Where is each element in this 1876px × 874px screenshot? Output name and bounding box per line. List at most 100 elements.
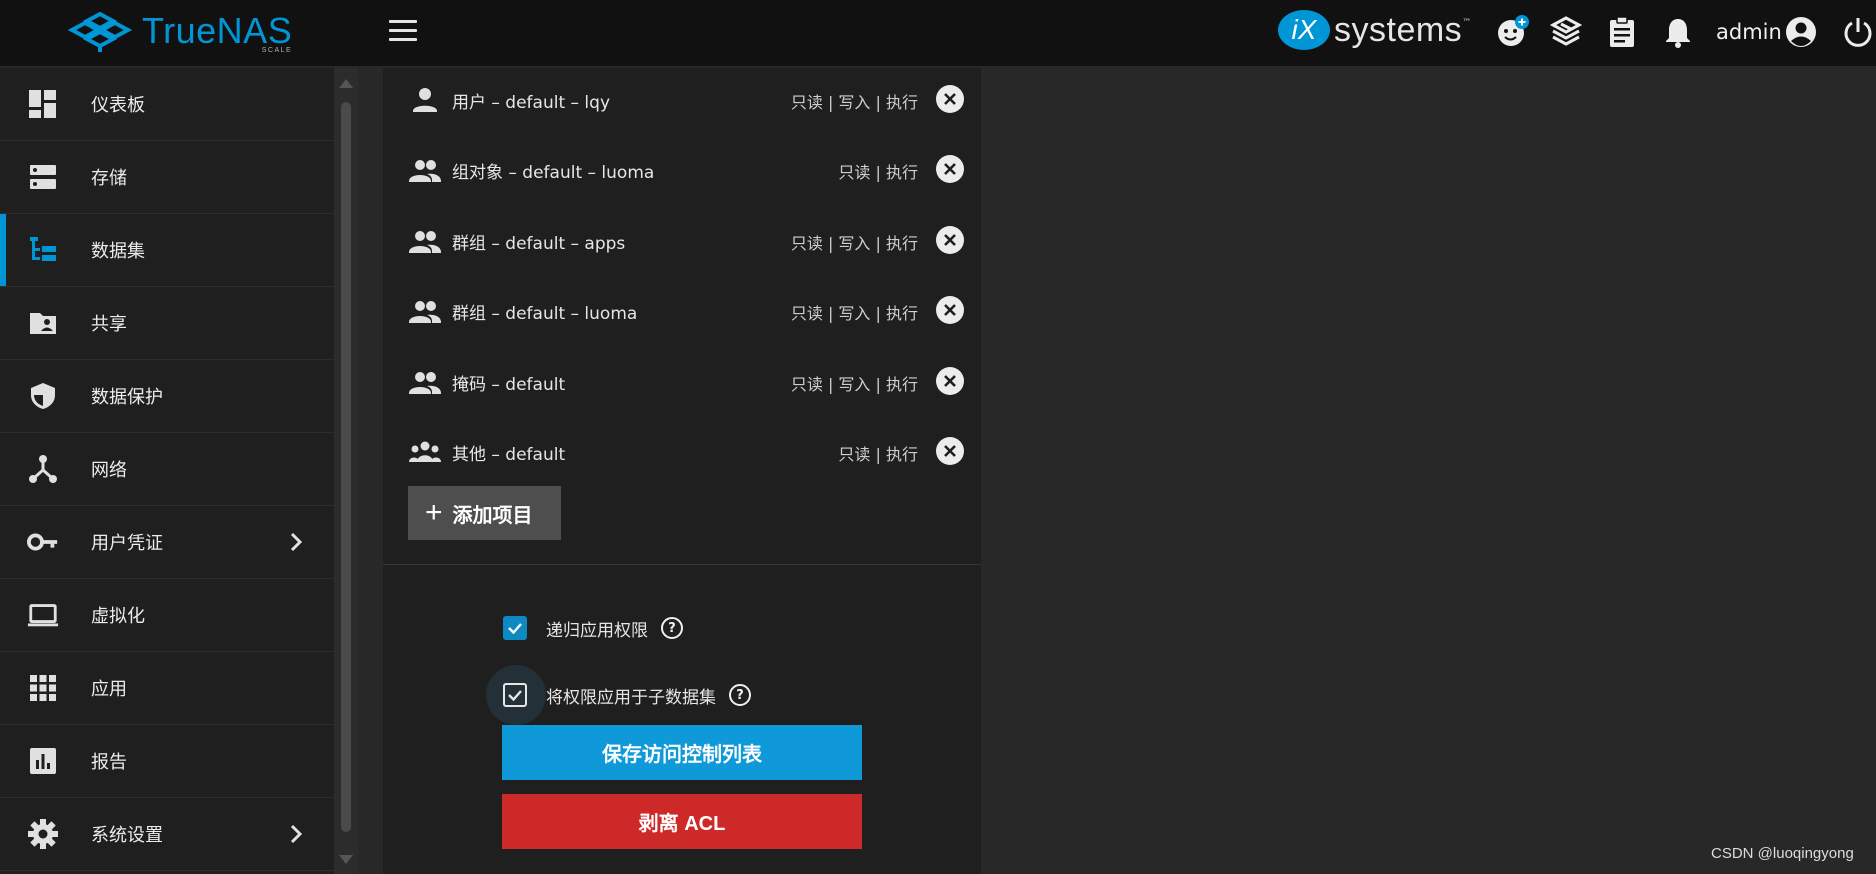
- acl-entry[interactable]: 群组 – default – luoma 只读 | 写入 | 执行: [383, 283, 981, 343]
- group-icon: [409, 231, 441, 253]
- remove-entry-button[interactable]: [936, 85, 964, 113]
- acl-entry-permissions: 只读 | 执行: [838, 163, 918, 182]
- help-icon[interactable]: ?: [729, 684, 751, 706]
- apply-to-children-checkbox[interactable]: [503, 683, 527, 707]
- shares-icon: [27, 307, 59, 339]
- close-icon: [944, 93, 956, 105]
- top-bar: TrueNAS SCALE iX systems ™ admin: [0, 0, 1876, 67]
- close-icon: [944, 234, 956, 246]
- sidebar-item-label: 数据保护: [91, 387, 163, 408]
- system-settings-icon: [27, 818, 59, 850]
- sidebar-scrollbar[interactable]: [334, 68, 358, 874]
- add-item-label: 添加项目: [452, 504, 533, 527]
- section-divider: [383, 564, 981, 565]
- truenas-logo[interactable]: TrueNAS SCALE: [68, 8, 292, 58]
- acl-entry-name: 用户 – default – lqy: [452, 93, 611, 113]
- sidebar-item-label: 仪表板: [91, 95, 145, 116]
- sidebar-item-datasets[interactable]: 数据集: [0, 214, 334, 287]
- sidebar-item-label: 系统设置: [91, 825, 163, 846]
- chevron-right-icon: [290, 532, 303, 552]
- recursive-option: 递归应用权限 ?: [503, 608, 683, 648]
- strip-acl-button[interactable]: 剥离 ACL: [502, 794, 862, 849]
- remove-entry-button[interactable]: [936, 296, 964, 324]
- credentials-icon: [27, 526, 59, 558]
- group-icon: [409, 372, 441, 394]
- remove-entry-button[interactable]: [936, 155, 964, 183]
- scrollbar-thumb[interactable]: [341, 102, 351, 832]
- feedback-icon[interactable]: [1494, 14, 1530, 50]
- sidebar-item-apps[interactable]: 应用: [0, 652, 334, 725]
- account-icon[interactable]: [1783, 14, 1819, 50]
- truecommand-icon[interactable]: [1548, 14, 1584, 50]
- sidebar-item-storage[interactable]: 存储: [0, 141, 334, 214]
- sidebar-item-credentials[interactable]: 用户凭证: [0, 506, 334, 579]
- close-icon: [944, 304, 956, 316]
- ix-word: systems: [1334, 10, 1463, 49]
- sidebar-item-label: 应用: [91, 679, 127, 700]
- acl-entry[interactable]: 组对象 – default – luoma 只读 | 执行: [383, 142, 981, 202]
- close-icon: [944, 445, 956, 457]
- sidebar-item-data-protection[interactable]: 数据保护: [0, 360, 334, 433]
- datasets-icon: [27, 234, 59, 266]
- sidebar-item-virtualization[interactable]: 虚拟化: [0, 579, 334, 652]
- apply-to-children-label: 将权限应用于子数据集: [546, 687, 716, 708]
- acl-entry[interactable]: 用户 – default – lqy 只读 | 写入 | 执行: [383, 72, 981, 132]
- check-icon: [508, 690, 522, 702]
- remove-entry-button[interactable]: [936, 437, 964, 465]
- jobs-icon[interactable]: [1604, 14, 1640, 50]
- acl-entry-permissions: 只读 | 写入 | 执行: [790, 375, 918, 394]
- sidebar-item-dashboard[interactable]: 仪表板: [0, 68, 334, 141]
- alerts-icon[interactable]: [1660, 14, 1696, 50]
- acl-entry[interactable]: 掩码 – default 只读 | 写入 | 执行: [383, 354, 981, 414]
- sidebar-item-label: 网络: [91, 460, 127, 481]
- group-icon: [409, 160, 441, 182]
- acl-entry[interactable]: 群组 – default – apps 只读 | 写入 | 执行: [383, 213, 981, 273]
- menu-icon[interactable]: [389, 20, 417, 44]
- apply-to-children-option: 将权限应用于子数据集 ?: [503, 675, 751, 715]
- network-icon: [27, 453, 59, 485]
- close-icon: [944, 375, 956, 387]
- acl-entry[interactable]: 其他 – default 只读 | 执行: [383, 424, 981, 484]
- sidebar-item-label: 存储: [91, 168, 127, 189]
- save-acl-button[interactable]: 保存访问控制列表: [502, 725, 862, 780]
- acl-entry-name: 其他 – default: [452, 445, 566, 465]
- sidebar-item-reporting[interactable]: 报告: [0, 725, 334, 798]
- acl-entry-permissions: 只读 | 写入 | 执行: [790, 93, 918, 112]
- help-icon[interactable]: ?: [661, 617, 683, 639]
- ixsystems-logo[interactable]: iX systems ™: [1278, 10, 1471, 50]
- dashboard-icon: [27, 88, 59, 120]
- apps-icon: [27, 672, 59, 704]
- add-item-button[interactable]: + 添加项目: [408, 486, 561, 540]
- check-icon: [508, 623, 522, 635]
- recursive-checkbox[interactable]: [503, 616, 527, 640]
- acl-entry-permissions: 只读 | 执行: [838, 445, 918, 464]
- watermark: CSDN @luoqingyong: [1711, 845, 1854, 862]
- reporting-icon: [27, 745, 59, 777]
- close-icon: [944, 163, 956, 175]
- sidebar-item-shares[interactable]: 共享: [0, 287, 334, 360]
- acl-entry-name: 群组 – default – apps: [452, 234, 626, 254]
- scroll-up-icon[interactable]: [339, 79, 353, 88]
- remove-entry-button[interactable]: [936, 367, 964, 395]
- acl-entry-permissions: 只读 | 写入 | 执行: [790, 304, 918, 323]
- others-icon: [409, 441, 441, 462]
- acl-entry-name: 组对象 – default – luoma: [452, 163, 655, 183]
- user-icon: [413, 88, 437, 112]
- acl-editor-panel: 用户 – default – lqy 只读 | 写入 | 执行 组对象 – de…: [383, 68, 981, 874]
- chevron-right-icon: [290, 824, 303, 844]
- ix-mark: iX: [1278, 10, 1330, 50]
- storage-icon: [27, 161, 59, 193]
- power-icon[interactable]: [1840, 14, 1876, 50]
- sidebar-item-label: 虚拟化: [91, 606, 145, 627]
- brand-name: TrueNAS: [142, 9, 293, 51]
- remove-entry-button[interactable]: [936, 226, 964, 254]
- sidebar-item-label: 用户凭证: [91, 533, 163, 554]
- scroll-down-icon[interactable]: [339, 855, 353, 864]
- sidebar: 仪表板 存储 数据集 共享 数据保护 网络 用户凭证 虚拟化 应用 报告 系统设…: [0, 68, 334, 874]
- acl-entry-name: 群组 – default – luoma: [452, 304, 638, 324]
- truenas-logo-icon: [68, 11, 132, 52]
- user-name[interactable]: admin: [1716, 20, 1782, 44]
- sidebar-item-network[interactable]: 网络: [0, 433, 334, 506]
- plus-icon: +: [425, 496, 443, 529]
- sidebar-item-system-settings[interactable]: 系统设置: [0, 798, 334, 871]
